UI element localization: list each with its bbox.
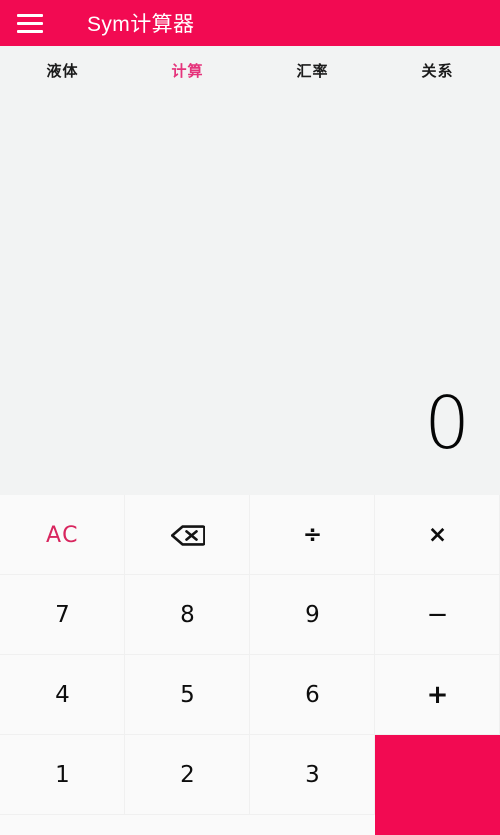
- digit-4-button[interactable]: 4: [0, 655, 125, 735]
- digit-5-button[interactable]: 5: [125, 655, 250, 735]
- digit-2-button[interactable]: 2: [125, 735, 250, 815]
- digit-9-button[interactable]: 9: [250, 575, 375, 655]
- digit-7-button[interactable]: 7: [0, 575, 125, 655]
- tab-calculate[interactable]: 计算: [125, 60, 250, 81]
- backspace-icon: [170, 524, 205, 546]
- app-bar: Sym计算器: [0, 0, 500, 46]
- tab-exchange-rate[interactable]: 汇率: [250, 60, 375, 81]
- divide-button[interactable]: ÷: [250, 495, 375, 575]
- tab-relation[interactable]: 关系: [375, 60, 500, 81]
- tab-bar: 液体 计算 汇率 关系: [0, 46, 500, 94]
- all-clear-button[interactable]: AC: [0, 495, 125, 575]
- calculator-display[interactable]: 0: [0, 94, 500, 495]
- calculator-keypad: AC ÷ × 7 8 9 − 4 5 6 + 1 2 3: [0, 495, 500, 835]
- equals-button[interactable]: [375, 735, 500, 835]
- display-value: 0: [424, 380, 470, 465]
- subtract-button[interactable]: −: [375, 575, 500, 655]
- digit-8-button[interactable]: 8: [125, 575, 250, 655]
- hamburger-line: [17, 29, 43, 33]
- calculator-app: Sym计算器 液体 计算 汇率 关系 0 AC ÷ × 7 8 9 − 4 5 …: [0, 0, 500, 835]
- multiply-button[interactable]: ×: [375, 495, 500, 575]
- digit-3-button[interactable]: 3: [250, 735, 375, 815]
- tab-liquid[interactable]: 液体: [0, 60, 125, 81]
- hamburger-menu-icon[interactable]: [17, 13, 43, 33]
- app-title: Sym计算器: [87, 13, 195, 36]
- backspace-button[interactable]: [125, 495, 250, 575]
- add-button[interactable]: +: [375, 655, 500, 735]
- digit-1-button[interactable]: 1: [0, 735, 125, 815]
- hamburger-line: [17, 21, 43, 25]
- digit-6-button[interactable]: 6: [250, 655, 375, 735]
- hamburger-line: [17, 13, 43, 17]
